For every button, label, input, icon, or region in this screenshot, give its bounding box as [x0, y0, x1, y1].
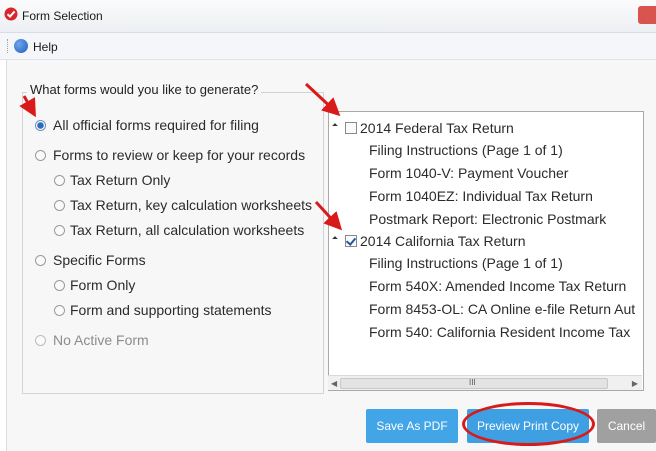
options-group-frame: [22, 92, 324, 394]
tree-leaf-label: Form 1040-V: Payment Voucher: [369, 165, 569, 181]
tree-leaf-label: Postmark Report: Electronic Postmark: [369, 211, 607, 227]
option-label: Specific Forms: [53, 252, 146, 268]
tree-leaf-label: Filing Instructions (Page 1 of 1): [369, 255, 563, 271]
window-title: Form Selection: [22, 9, 103, 23]
option-label: Forms to review or keep for your records: [53, 147, 306, 163]
tree-leaf[interactable]: Form 8453-OL: CA Online e-file Return Au…: [369, 301, 635, 317]
form-selection-window: Form Selection Help What forms would you…: [0, 0, 656, 451]
expand-triangle-icon[interactable]: [332, 123, 338, 129]
toolbar-grip-icon: [7, 39, 10, 53]
radio-button[interactable]: [35, 255, 46, 266]
tree-leaf-label: Filing Instructions (Page 1 of 1): [369, 142, 563, 158]
option-label: Form and supporting statements: [70, 302, 272, 318]
app-checkmark-icon: [4, 7, 18, 21]
option-label: No Active Form: [53, 332, 149, 348]
title-bar: Form Selection: [0, 0, 656, 33]
scroll-left-arrow-icon[interactable]: ◀: [331, 379, 337, 388]
federal-checkbox[interactable]: [345, 122, 357, 134]
option-label: Tax Return, all calculation worksheets: [70, 222, 305, 238]
scroll-thumb[interactable]: III: [340, 378, 608, 389]
cancel-button[interactable]: Cancel: [597, 409, 656, 443]
forms-tree[interactable]: 2014 Federal Tax Return Filing Instructi…: [328, 111, 644, 391]
radio-button[interactable]: [54, 200, 65, 211]
tree-node-label: 2014 Federal Tax Return: [360, 120, 514, 136]
tree-leaf[interactable]: Form 540X: Amended Income Tax Return: [369, 278, 626, 294]
california-checkbox[interactable]: [345, 235, 357, 247]
tree-leaf[interactable]: Form 1040-V: Payment Voucher: [369, 165, 568, 181]
scroll-right-arrow-icon[interactable]: ▶: [632, 379, 638, 388]
radio-button[interactable]: [35, 150, 46, 161]
annotation-ellipse: [462, 402, 595, 446]
radio-button[interactable]: [54, 305, 65, 316]
scroll-thumb-grip: III: [469, 378, 476, 387]
option-label: All official forms required for filing: [53, 117, 259, 133]
tree-leaf-label: Form 540: California Resident Income Tax: [369, 324, 631, 340]
close-button[interactable]: [638, 6, 656, 24]
tree-leaf-label: Form 8453-OL: CA Online e-file Return Au…: [369, 301, 636, 317]
tree-node-label: 2014 California Tax Return: [360, 233, 526, 249]
tree-leaf[interactable]: Form 540: California Resident Income Tax: [369, 324, 630, 340]
option-label: Form Only: [70, 277, 136, 293]
help-menu-item[interactable]: Help: [33, 40, 58, 54]
radio-button: [35, 335, 46, 346]
group-prompt: What forms would you like to generate?: [27, 82, 262, 97]
radio-button[interactable]: [54, 175, 65, 186]
tree-leaf-label: Form 540X: Amended Income Tax Return: [369, 278, 627, 294]
expand-triangle-icon[interactable]: [332, 236, 338, 242]
tree-leaf[interactable]: Postmark Report: Electronic Postmark: [369, 211, 606, 227]
save-as-pdf-button[interactable]: Save As PDF: [366, 409, 458, 443]
help-icon[interactable]: [14, 39, 28, 53]
tree-leaf[interactable]: Form 1040EZ: Individual Tax Return: [369, 188, 593, 204]
tree-leaf[interactable]: Filing Instructions (Page 1 of 1): [369, 142, 563, 158]
option-label: Tax Return, key calculation worksheets: [70, 197, 312, 213]
radio-button[interactable]: [54, 280, 65, 291]
menu-bar: Help: [0, 33, 656, 60]
tree-leaf[interactable]: Filing Instructions (Page 1 of 1): [369, 255, 563, 271]
option-label: Tax Return Only: [70, 172, 171, 188]
radio-button[interactable]: [35, 120, 46, 131]
horizontal-scrollbar[interactable]: ◀ III ▶: [328, 375, 642, 390]
prompt-text: What forms would you like to generate?: [30, 82, 259, 97]
tree-leaf-label: Form 1040EZ: Individual Tax Return: [369, 188, 593, 204]
radio-button[interactable]: [54, 225, 65, 236]
